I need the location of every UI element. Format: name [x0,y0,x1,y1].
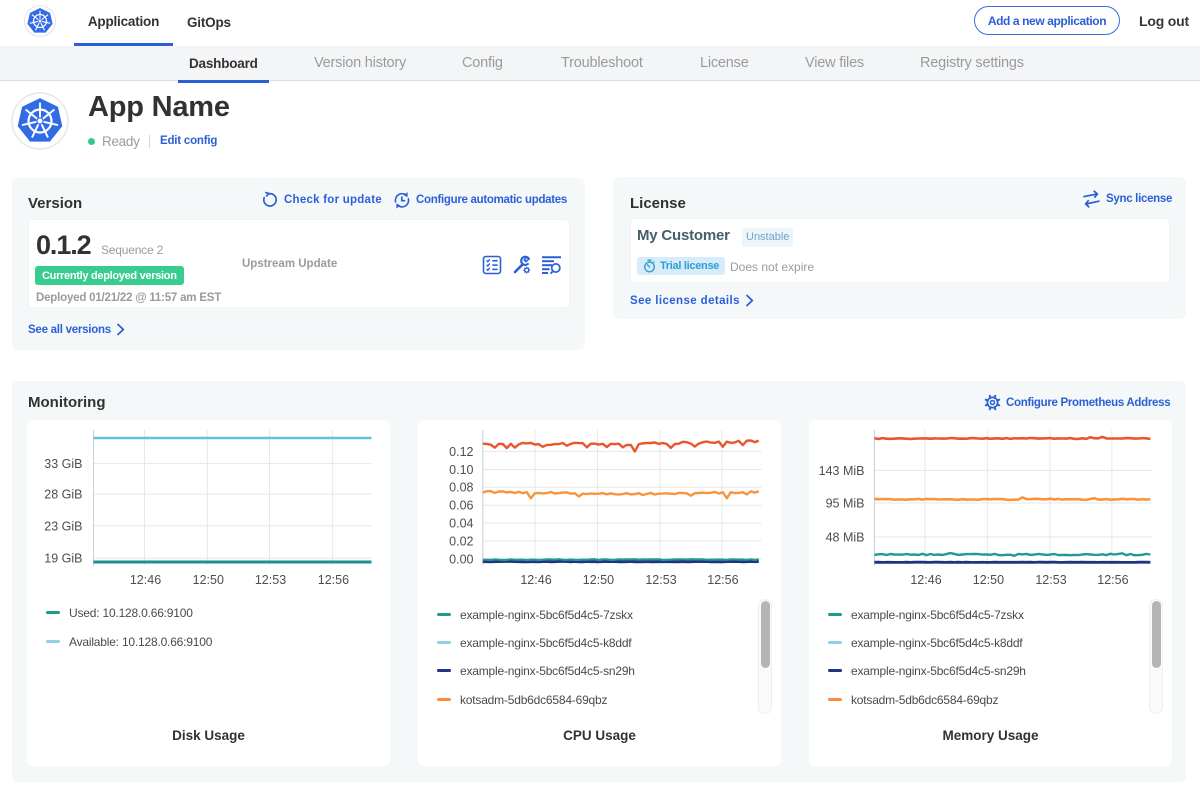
svg-text:12:46: 12:46 [910,573,941,587]
svg-text:143 MiB: 143 MiB [819,464,865,478]
svg-text:12:46: 12:46 [130,573,161,587]
svg-text:0.04: 0.04 [449,517,473,531]
svg-text:48 MiB: 48 MiB [826,530,865,544]
svg-text:12:50: 12:50 [973,573,1004,587]
svg-text:12:53: 12:53 [645,573,676,587]
svg-text:12:50: 12:50 [583,573,614,587]
svg-text:12:53: 12:53 [255,573,286,587]
svg-text:12:50: 12:50 [193,573,224,587]
svg-text:0.00: 0.00 [449,553,473,567]
svg-text:12:56: 12:56 [707,573,738,587]
svg-text:0.10: 0.10 [449,463,473,477]
svg-text:0.06: 0.06 [449,499,473,513]
svg-text:0.08: 0.08 [449,481,473,495]
svg-text:33 GiB: 33 GiB [44,457,82,471]
svg-text:0.02: 0.02 [449,535,473,549]
svg-text:12:53: 12:53 [1035,573,1066,587]
svg-text:12:56: 12:56 [1097,573,1128,587]
svg-text:23 GiB: 23 GiB [44,519,82,533]
svg-text:95 MiB: 95 MiB [826,497,865,511]
svg-text:12:56: 12:56 [318,573,349,587]
svg-text:12:46: 12:46 [520,573,551,587]
svg-text:0.12: 0.12 [449,445,473,459]
svg-text:28 GiB: 28 GiB [44,488,82,502]
svg-text:19 GiB: 19 GiB [44,552,82,566]
